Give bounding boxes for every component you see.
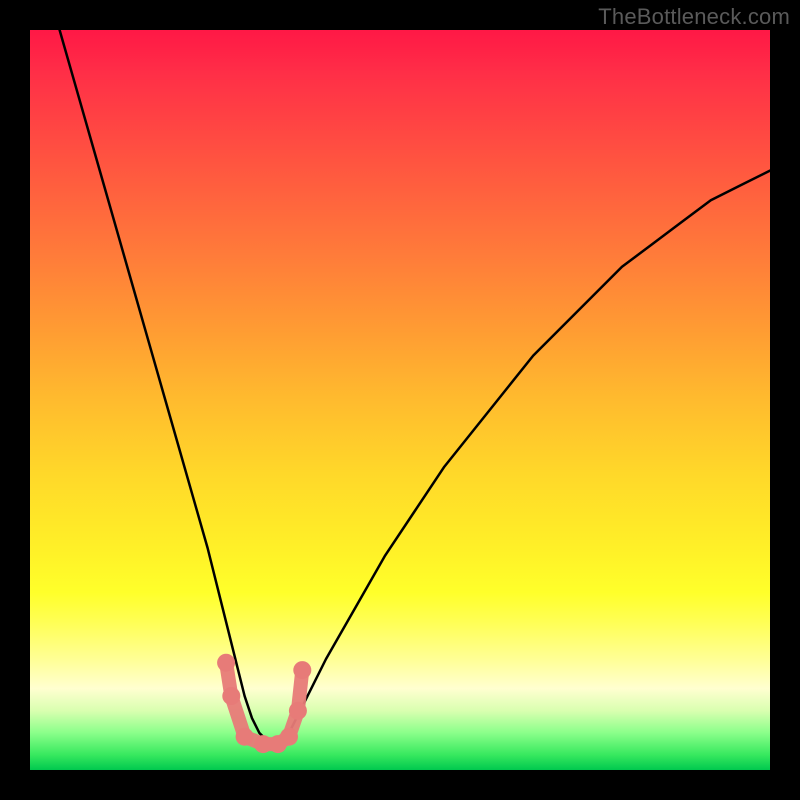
marker-dot <box>236 728 254 746</box>
marker-dot <box>222 687 240 705</box>
plot-area <box>30 30 770 770</box>
marker-dot <box>289 702 307 720</box>
chart-svg <box>30 30 770 770</box>
marker-dot <box>293 661 311 679</box>
curve-line <box>60 30 770 740</box>
marker-dots <box>217 654 311 753</box>
marker-dot <box>217 654 235 672</box>
frame: TheBottleneck.com <box>0 0 800 800</box>
curve-path <box>60 30 770 740</box>
marker-dot <box>280 728 298 746</box>
watermark-text: TheBottleneck.com <box>598 4 790 30</box>
